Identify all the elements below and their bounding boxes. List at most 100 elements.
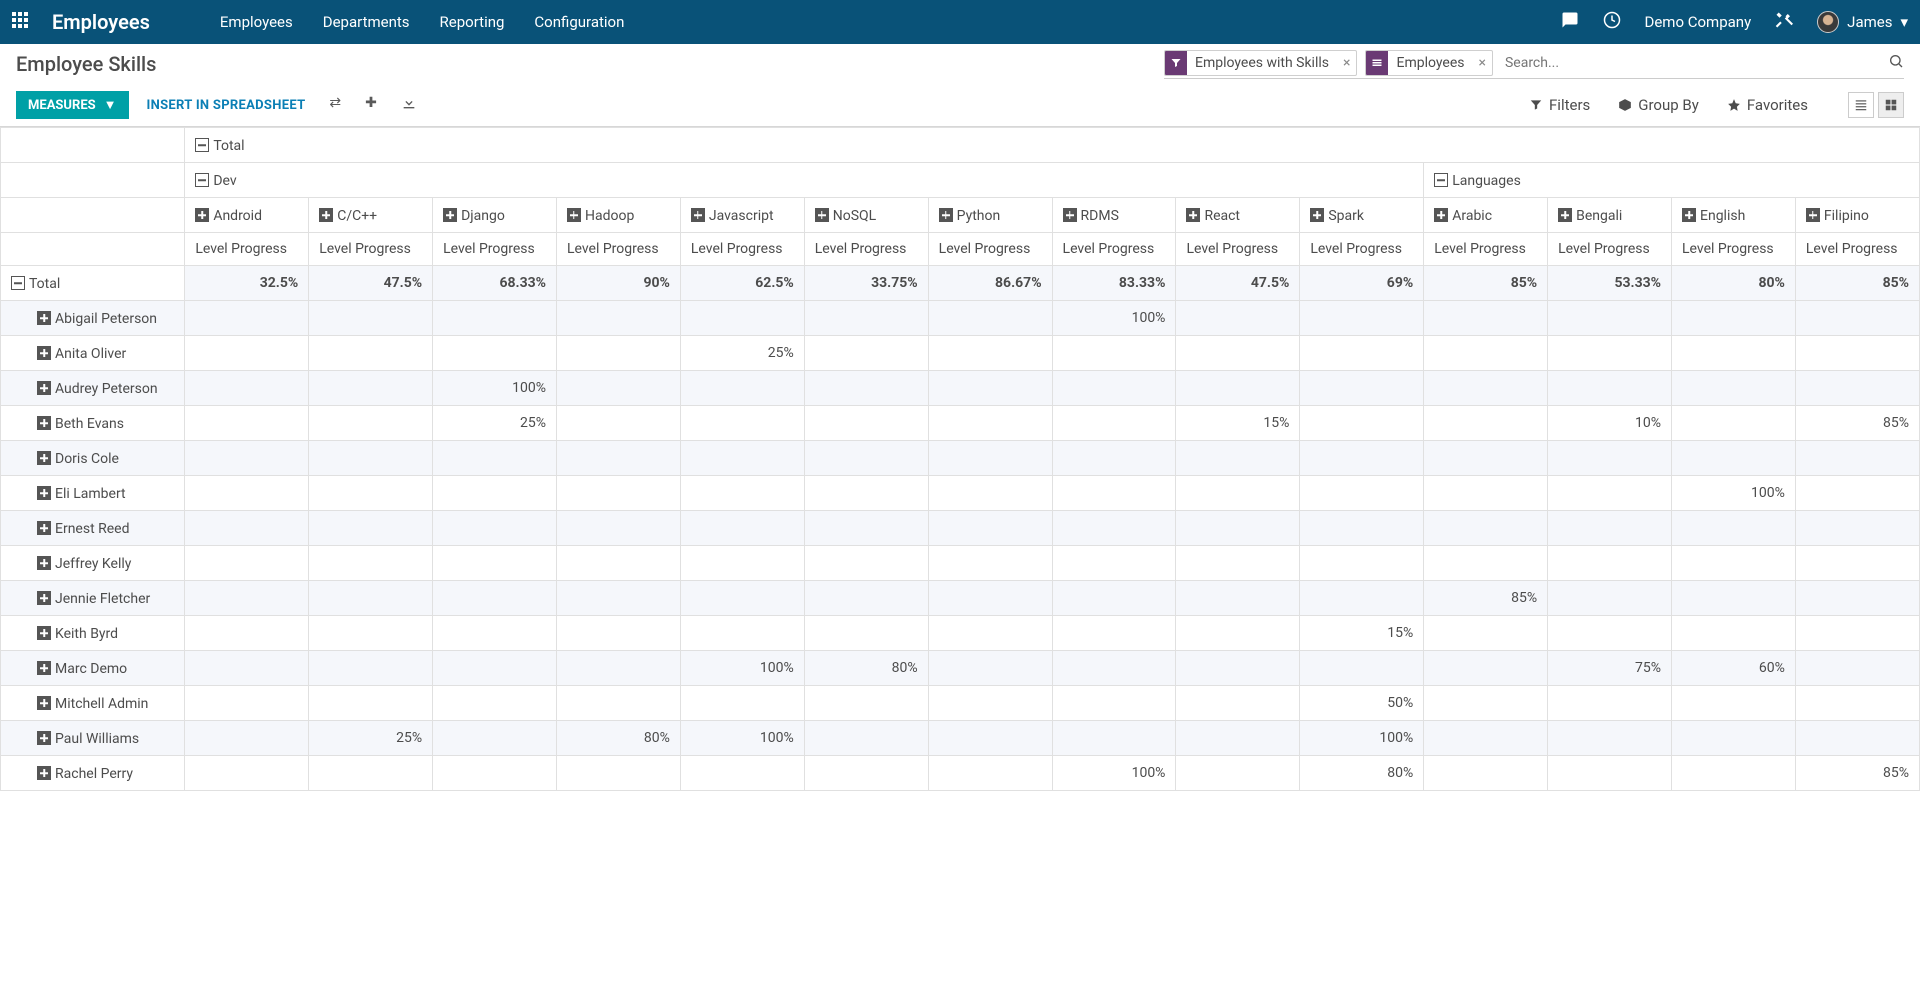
tools-icon[interactable] bbox=[1775, 11, 1793, 33]
cell[interactable] bbox=[1548, 371, 1672, 406]
col-skill[interactable]: Python bbox=[928, 198, 1052, 233]
cell[interactable] bbox=[1672, 686, 1796, 721]
cell[interactable] bbox=[804, 581, 928, 616]
cell[interactable] bbox=[928, 581, 1052, 616]
cell[interactable] bbox=[928, 546, 1052, 581]
apps-icon[interactable] bbox=[12, 12, 28, 32]
cell[interactable] bbox=[1424, 441, 1548, 476]
cell[interactable] bbox=[433, 336, 557, 371]
col-skill[interactable]: React bbox=[1176, 198, 1300, 233]
insert-spreadsheet-button[interactable]: INSERT IN SPREADSHEET bbox=[147, 98, 306, 113]
cell[interactable] bbox=[1672, 581, 1796, 616]
row-employee[interactable]: Eli Lambert bbox=[1, 476, 185, 511]
cell[interactable] bbox=[185, 756, 309, 791]
cell[interactable] bbox=[1424, 651, 1548, 686]
cell[interactable] bbox=[928, 721, 1052, 756]
row-employee[interactable]: Paul Williams bbox=[1, 721, 185, 756]
cell[interactable] bbox=[1052, 511, 1176, 546]
cell[interactable] bbox=[185, 371, 309, 406]
pivot-view-button[interactable] bbox=[1878, 92, 1904, 118]
cell[interactable] bbox=[1052, 581, 1176, 616]
cell[interactable] bbox=[433, 721, 557, 756]
cell[interactable] bbox=[1052, 336, 1176, 371]
cell[interactable] bbox=[680, 511, 804, 546]
cell[interactable]: 15% bbox=[1300, 616, 1424, 651]
cell[interactable]: 47.5% bbox=[1176, 266, 1300, 301]
cell[interactable] bbox=[1548, 616, 1672, 651]
close-icon[interactable]: × bbox=[1337, 55, 1356, 71]
cell[interactable] bbox=[680, 301, 804, 336]
cell[interactable] bbox=[1795, 581, 1919, 616]
cell[interactable]: 85% bbox=[1795, 406, 1919, 441]
col-skill[interactable]: Django bbox=[433, 198, 557, 233]
brand[interactable]: Employees bbox=[52, 10, 150, 34]
cell[interactable] bbox=[804, 441, 928, 476]
cell[interactable] bbox=[928, 686, 1052, 721]
col-group-dev[interactable]: Dev bbox=[185, 163, 1424, 198]
cell[interactable]: 80% bbox=[1300, 756, 1424, 791]
cell[interactable]: 80% bbox=[804, 651, 928, 686]
cell[interactable] bbox=[556, 371, 680, 406]
col-skill[interactable]: Arabic bbox=[1424, 198, 1548, 233]
cell[interactable]: 90% bbox=[556, 266, 680, 301]
favorites-button[interactable]: Favorites bbox=[1727, 96, 1808, 114]
download-icon[interactable] bbox=[401, 95, 417, 115]
col-total[interactable]: Total bbox=[185, 128, 1920, 163]
cell[interactable] bbox=[1424, 546, 1548, 581]
cell[interactable]: 32.5% bbox=[185, 266, 309, 301]
cell[interactable]: 25% bbox=[309, 721, 433, 756]
cell[interactable] bbox=[1176, 371, 1300, 406]
cell[interactable] bbox=[1176, 686, 1300, 721]
cell[interactable] bbox=[1176, 546, 1300, 581]
col-skill[interactable]: Hadoop bbox=[556, 198, 680, 233]
row-employee[interactable]: Mitchell Admin bbox=[1, 686, 185, 721]
cell[interactable] bbox=[1795, 686, 1919, 721]
cell[interactable] bbox=[433, 616, 557, 651]
cell[interactable] bbox=[1672, 511, 1796, 546]
cell[interactable]: 100% bbox=[1300, 721, 1424, 756]
cell[interactable] bbox=[433, 301, 557, 336]
company-name[interactable]: Demo Company bbox=[1645, 13, 1752, 31]
cell[interactable] bbox=[1548, 756, 1672, 791]
cell[interactable] bbox=[804, 476, 928, 511]
filters-button[interactable]: Filters bbox=[1529, 96, 1590, 114]
cell[interactable] bbox=[1672, 406, 1796, 441]
cell[interactable] bbox=[309, 581, 433, 616]
cell[interactable] bbox=[433, 686, 557, 721]
cell[interactable]: 80% bbox=[1672, 266, 1796, 301]
col-skill[interactable]: NoSQL bbox=[804, 198, 928, 233]
cell[interactable] bbox=[928, 616, 1052, 651]
cell[interactable]: 85% bbox=[1795, 756, 1919, 791]
cell[interactable] bbox=[309, 546, 433, 581]
cell[interactable] bbox=[1052, 406, 1176, 441]
cell[interactable]: 100% bbox=[680, 721, 804, 756]
groupby-button[interactable]: Group By bbox=[1618, 96, 1699, 114]
cell[interactable] bbox=[556, 651, 680, 686]
cell[interactable] bbox=[556, 686, 680, 721]
cell[interactable]: 85% bbox=[1424, 581, 1548, 616]
cell[interactable] bbox=[556, 546, 680, 581]
cell[interactable]: 100% bbox=[433, 371, 557, 406]
cell[interactable] bbox=[1176, 336, 1300, 371]
cell[interactable] bbox=[1176, 651, 1300, 686]
cell[interactable] bbox=[309, 651, 433, 686]
cell[interactable] bbox=[1300, 476, 1424, 511]
cell[interactable] bbox=[309, 336, 433, 371]
row-employee[interactable]: Beth Evans bbox=[1, 406, 185, 441]
cell[interactable] bbox=[804, 721, 928, 756]
nav-reporting[interactable]: Reporting bbox=[440, 13, 505, 31]
cell[interactable]: 85% bbox=[1795, 266, 1919, 301]
cell[interactable] bbox=[1795, 301, 1919, 336]
cell[interactable] bbox=[680, 546, 804, 581]
cell[interactable] bbox=[556, 511, 680, 546]
cell[interactable] bbox=[1548, 511, 1672, 546]
cell[interactable] bbox=[1795, 476, 1919, 511]
cell[interactable] bbox=[1548, 546, 1672, 581]
clock-icon[interactable] bbox=[1603, 11, 1621, 33]
cell[interactable] bbox=[804, 301, 928, 336]
cell[interactable] bbox=[928, 651, 1052, 686]
measures-button[interactable]: MEASURES ▼ bbox=[16, 91, 129, 119]
chat-icon[interactable] bbox=[1561, 11, 1579, 33]
cell[interactable] bbox=[185, 406, 309, 441]
row-employee[interactable]: Marc Demo bbox=[1, 651, 185, 686]
